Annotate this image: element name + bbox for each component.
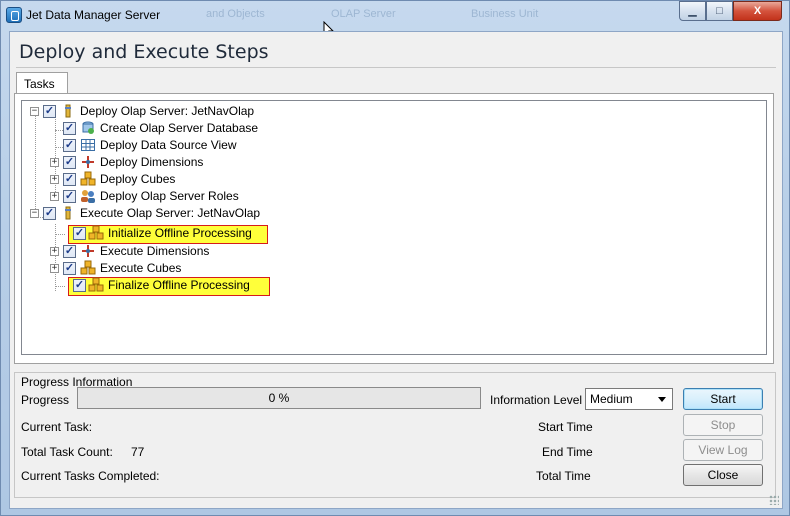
tree-node-label: Finalize Offline Processing [108, 278, 250, 292]
close-button[interactable]: Close [683, 464, 763, 486]
maximize-button[interactable]: □ [706, 1, 733, 21]
tab-tasks[interactable]: Tasks [16, 72, 68, 94]
tree-node-deploy-olap-server[interactable]: − ✓ Deploy Olap Server: JetNavOlap [22, 103, 322, 119]
dialog-body: Deploy and Execute Steps Tasks − ✓ Deplo… [9, 31, 783, 509]
start-time-label: Start Time [538, 420, 593, 434]
expand-icon[interactable]: + [50, 175, 59, 184]
expand-icon[interactable]: + [50, 264, 59, 273]
tree-node-label: Initialize Offline Processing [108, 226, 252, 240]
task-checkbox[interactable]: ✓ [63, 190, 76, 203]
cubes-icon [88, 277, 104, 292]
cubes-icon [80, 260, 96, 275]
task-checkbox[interactable]: ✓ [43, 105, 56, 118]
tree-node-label: Deploy Cubes [100, 172, 176, 186]
tree-node-create-database[interactable]: ✓ Create Olap Server Database [22, 120, 322, 136]
tree-node-label: Create Olap Server Database [100, 121, 259, 135]
dimensions-icon [82, 245, 94, 257]
current-task-label: Current Task: [21, 420, 93, 434]
total-time-label: Total Time [536, 469, 591, 483]
total-task-count-label: Total Task Count: [21, 445, 113, 459]
cubes-icon [88, 225, 104, 240]
tree-node-label: Deploy Data Source View [100, 138, 237, 152]
information-level-select[interactable]: Medium [585, 388, 673, 410]
users-icon [81, 190, 95, 203]
tree-node-initialize-offline[interactable]: ✓ Initialize Offline Processing [22, 225, 322, 241]
title-bar[interactable]: Jet Data Manager Server and Objects OLAP… [1, 1, 789, 31]
tree-node-deploy-dsv[interactable]: ✓ Deploy Data Source View [22, 137, 322, 153]
server-pin-icon [65, 104, 71, 118]
expand-icon[interactable]: + [50, 158, 59, 167]
window-title: Jet Data Manager Server [26, 8, 161, 22]
tree-node-label: Execute Olap Server: JetNavOlap [80, 206, 261, 220]
tree-node-label: Deploy Olap Server Roles [100, 189, 239, 203]
database-icon [82, 121, 94, 134]
chevron-down-icon [658, 397, 666, 402]
minimize-button[interactable]: ▁ [679, 1, 706, 21]
information-level-value: Medium [590, 392, 633, 406]
progress-information-group: Progress Information Progress 0 % Inform… [14, 372, 776, 498]
current-tasks-completed-label: Current Tasks Completed: [21, 469, 160, 483]
task-tree[interactable]: − ✓ Deploy Olap Server: JetNavOlap ✓ Cre… [21, 100, 767, 355]
end-time-label: End Time [542, 445, 593, 459]
tree-node-label: Execute Dimensions [100, 244, 210, 258]
server-pin-icon [65, 206, 71, 220]
main-window: Jet Data Manager Server and Objects OLAP… [0, 0, 790, 516]
tree-node-label: Deploy Dimensions [100, 155, 204, 169]
collapse-icon[interactable]: − [30, 107, 39, 116]
dimensions-icon [82, 156, 94, 168]
background-window-title: and Objects [206, 8, 265, 20]
tree-node-deploy-roles[interactable]: + ✓ Deploy Olap Server Roles [22, 188, 322, 204]
tree-node-deploy-cubes[interactable]: + ✓ Deploy Cubes [22, 171, 322, 187]
start-button[interactable]: Start [683, 388, 763, 410]
tree-node-execute-olap-server[interactable]: − ✓ Execute Olap Server: JetNavOlap [22, 205, 322, 221]
tree-node-finalize-offline[interactable]: ✓ Finalize Offline Processing [22, 277, 322, 293]
view-log-button[interactable]: View Log [683, 439, 763, 461]
resize-grip[interactable] [769, 495, 779, 505]
task-checkbox[interactable]: ✓ [73, 227, 86, 240]
expand-icon[interactable]: + [50, 247, 59, 256]
collapse-icon[interactable]: − [30, 209, 39, 218]
task-checkbox[interactable]: ✓ [43, 207, 56, 220]
tree-node-execute-cubes[interactable]: + ✓ Execute Cubes [22, 260, 322, 276]
progress-bar: 0 % [77, 387, 481, 409]
expand-icon[interactable]: + [50, 192, 59, 201]
total-task-count-value: 77 [131, 445, 145, 459]
task-checkbox[interactable]: ✓ [63, 156, 76, 169]
task-checkbox[interactable]: ✓ [63, 122, 76, 135]
app-icon [6, 7, 22, 23]
task-checkbox[interactable]: ✓ [63, 139, 76, 152]
close-window-button[interactable]: X [733, 1, 782, 21]
stop-button[interactable]: Stop [683, 414, 763, 436]
tree-node-execute-dimensions[interactable]: + ✓ Execute Dimensions [22, 243, 322, 259]
background-window-title: OLAP Server [331, 8, 396, 20]
tree-node-label: Deploy Olap Server: JetNavOlap [80, 104, 255, 118]
background-window-title: Business Unit [471, 8, 539, 20]
heading-divider [16, 67, 776, 68]
grid-icon [81, 139, 95, 151]
tree-node-deploy-dimensions[interactable]: + ✓ Deploy Dimensions [22, 154, 322, 170]
tree-node-label: Execute Cubes [100, 261, 182, 275]
page-title: Deploy and Execute Steps [19, 41, 269, 63]
progress-label: Progress [21, 393, 70, 407]
task-checkbox[interactable]: ✓ [63, 173, 76, 186]
task-checkbox[interactable]: ✓ [73, 279, 86, 292]
tasks-panel: − ✓ Deploy Olap Server: JetNavOlap ✓ Cre… [14, 93, 774, 364]
task-checkbox[interactable]: ✓ [63, 262, 76, 275]
information-level-label: Information Level [490, 393, 583, 407]
task-checkbox[interactable]: ✓ [63, 245, 76, 258]
cubes-icon [80, 171, 96, 186]
